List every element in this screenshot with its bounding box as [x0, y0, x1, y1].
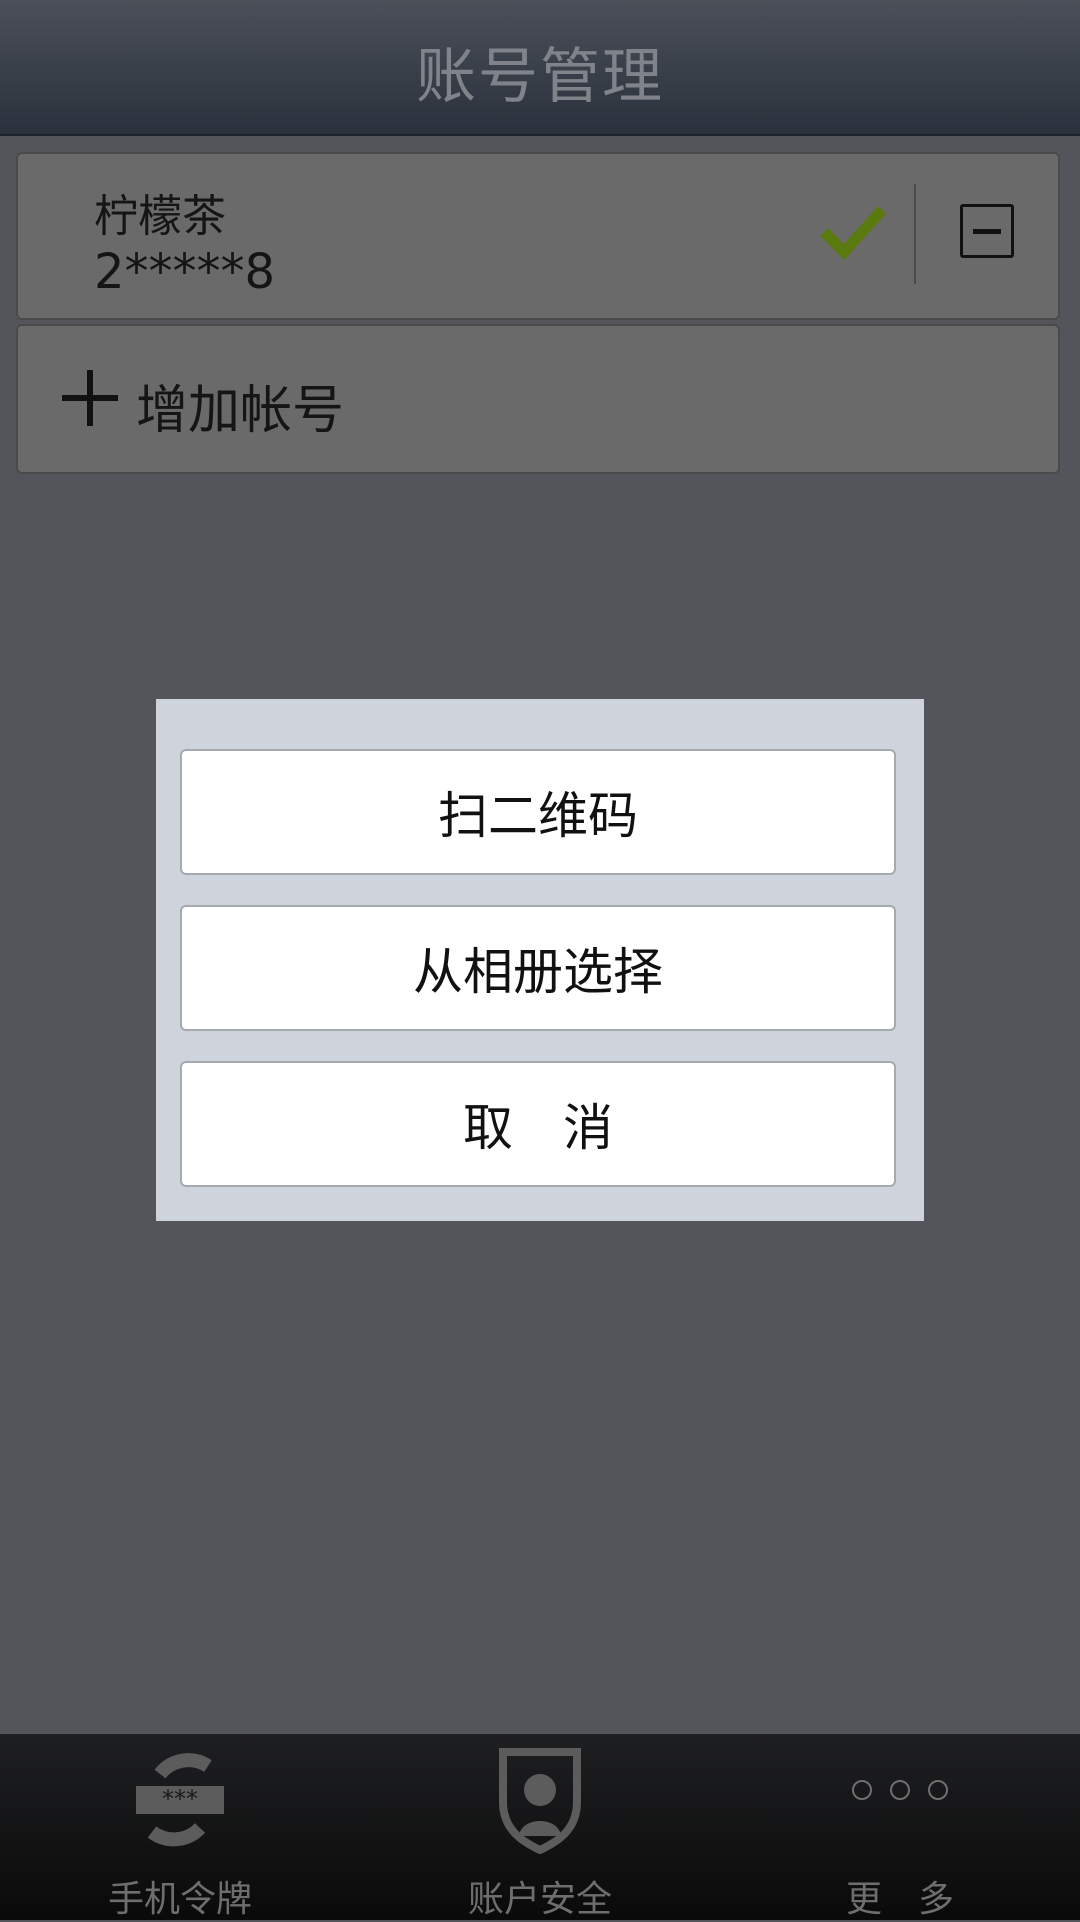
page-title: 账号管理	[416, 42, 664, 112]
account-number: 2*****8	[94, 244, 276, 300]
plus-icon	[62, 370, 118, 426]
add-method-dialog: 扫二维码 从相册选择 取 消	[156, 699, 924, 1221]
shield-user-icon	[499, 1748, 581, 1854]
tab-label: 更 多	[845, 1879, 954, 1920]
checkmark-icon	[820, 206, 887, 260]
tab-more[interactable]: 更 多	[800, 1734, 1000, 1920]
more-dots-icon	[852, 1780, 948, 1800]
token-icon: ***	[136, 1753, 224, 1847]
tab-account-security[interactable]: 账户安全	[420, 1734, 660, 1920]
title-bar: 账号管理	[0, 0, 1080, 136]
account-name: 柠檬茶	[94, 191, 226, 242]
remove-account-button[interactable]	[960, 204, 1014, 258]
account-row[interactable]: 柠檬茶 2*****8	[16, 152, 1060, 320]
divider	[914, 184, 916, 284]
bottom-tab-bar: *** 手机令牌 账户安全 更 多	[0, 1734, 1080, 1920]
tab-mobile-token[interactable]: *** 手机令牌	[60, 1734, 300, 1920]
select-from-album-button[interactable]: 从相册选择	[180, 905, 896, 1031]
cancel-button[interactable]: 取 消	[180, 1061, 896, 1187]
tab-label: 账户安全	[467, 1879, 612, 1920]
svg-text:***: ***	[162, 1785, 198, 1813]
scan-qr-button[interactable]: 扫二维码	[180, 749, 896, 875]
add-account-label: 增加帐号	[136, 381, 345, 441]
add-account-button[interactable]: 增加帐号	[16, 324, 1060, 474]
tab-label: 手机令牌	[107, 1879, 252, 1920]
